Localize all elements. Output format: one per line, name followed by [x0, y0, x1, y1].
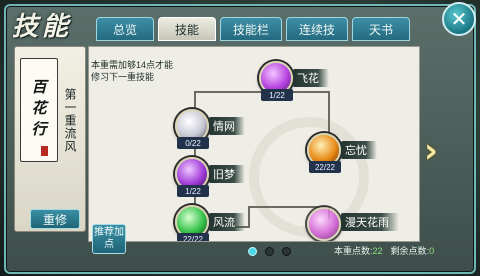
chevron-right-icon: ›	[424, 131, 439, 171]
tab-skills[interactable]: 技能	[158, 17, 216, 41]
skill-level: 1/22	[261, 89, 293, 101]
seal-stamp	[41, 146, 48, 156]
school-name: 百花行	[29, 78, 48, 142]
page-indicator	[248, 247, 291, 256]
game-scene: 技能 总览 技能 技能栏 连续技 天书 ✕ 百花行 第一重流风 重修 本重需加够…	[0, 0, 480, 276]
points-summary: 本重点数:22 剩余点数:0	[334, 244, 434, 257]
tab-overview[interactable]: 总览	[96, 17, 154, 41]
window-title: 技能	[12, 6, 92, 42]
skill-tree: 本重需加够14点才能修习下一重技能 1/22 飞花 0/22 情网 22/22 …	[88, 46, 420, 242]
skill-name: 风流	[209, 213, 245, 231]
skill-level: 22/22	[177, 233, 209, 241]
close-icon: ✕	[450, 7, 468, 31]
page-dot[interactable]	[265, 247, 274, 256]
skill-level: 22/22	[309, 161, 341, 173]
style-label: 第一重流风	[63, 88, 77, 153]
school-card: 百花行	[20, 58, 58, 162]
skill-name: 漫天花雨	[341, 213, 399, 231]
skill-level: 1/22	[177, 185, 209, 197]
skill-level: 0/22	[177, 137, 209, 149]
reset-button[interactable]: 重修	[30, 209, 80, 229]
tab-skill-bar[interactable]: 技能栏	[220, 17, 283, 41]
skill-name: 飞花	[293, 69, 329, 87]
tab-heavenly-book[interactable]: 天书	[352, 17, 411, 41]
mantianhuayu-icon	[307, 207, 341, 241]
skill-name: 旧梦	[209, 165, 245, 183]
close-button[interactable]: ✕	[442, 2, 476, 36]
points-remaining: 剩余点数:0	[390, 246, 435, 256]
tab-combo[interactable]: 连续技	[286, 17, 349, 41]
page-dot[interactable]	[282, 247, 291, 256]
window-title-text: 技能	[12, 12, 73, 42]
skill-name: 情网	[209, 117, 245, 135]
tab-bar: 总览 技能 技能栏 连续技 天书	[96, 17, 411, 41]
page-dot-active[interactable]	[248, 247, 257, 256]
recommend-points-button[interactable]: 推荐加点	[92, 224, 126, 254]
points-this-level: 本重点数:22	[334, 246, 383, 256]
next-page-button[interactable]: ›	[424, 134, 446, 168]
skill-name: 忘忧	[341, 141, 377, 159]
